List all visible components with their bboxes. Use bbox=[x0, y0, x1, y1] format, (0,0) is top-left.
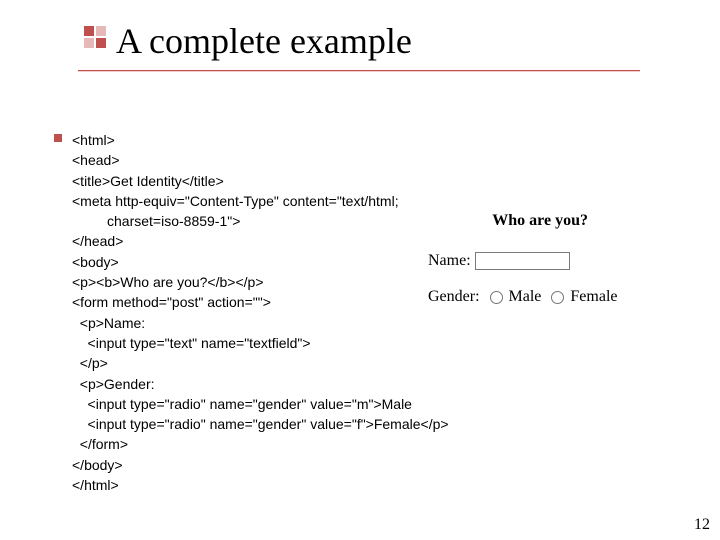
female-label: Female bbox=[570, 288, 617, 305]
preview-gender-row: Gender: Male Female bbox=[428, 288, 678, 306]
gender-male-radio[interactable] bbox=[490, 291, 503, 304]
rendered-preview: Who are you? Name: Gender: Male Female bbox=[428, 212, 678, 324]
bullet-icon bbox=[54, 134, 62, 142]
gender-female-radio[interactable] bbox=[551, 291, 564, 304]
slide-title: A complete example bbox=[116, 20, 720, 62]
gender-label: Gender: bbox=[428, 288, 480, 305]
name-input[interactable] bbox=[475, 252, 570, 270]
preview-name-row: Name: bbox=[428, 252, 678, 270]
male-label: Male bbox=[509, 288, 542, 305]
page-number: 12 bbox=[694, 516, 710, 534]
name-label: Name: bbox=[428, 252, 471, 269]
preview-heading: Who are you? bbox=[428, 212, 678, 230]
title-bullet-icon bbox=[84, 26, 106, 48]
title-underline bbox=[78, 70, 640, 72]
slide-header: A complete example bbox=[0, 0, 720, 72]
